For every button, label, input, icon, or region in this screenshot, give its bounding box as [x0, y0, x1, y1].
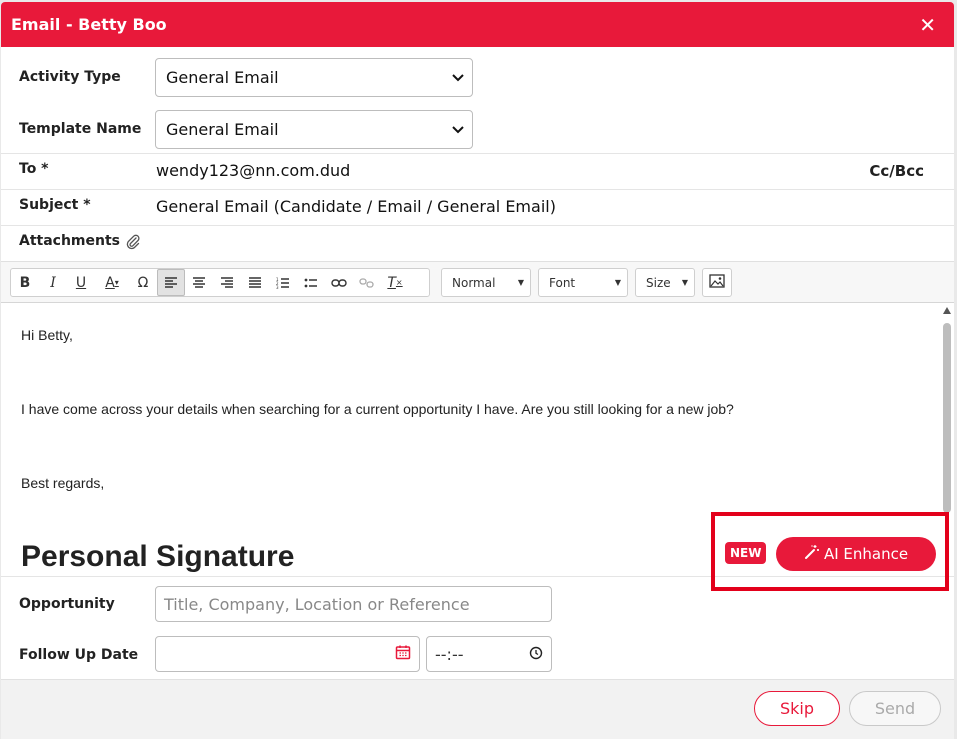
modal-footer: Skip Send: [1, 679, 954, 739]
body-paragraph: I have come across your details when sea…: [21, 401, 734, 417]
align-right-icon[interactable]: [213, 269, 241, 296]
unlink-icon[interactable]: [353, 269, 381, 296]
personal-signature-heading: Personal Signature: [21, 540, 295, 573]
numbered-list-icon[interactable]: 123: [269, 269, 297, 296]
image-icon: [709, 273, 725, 292]
bold-icon[interactable]: B: [11, 269, 39, 296]
chevron-down-icon: [452, 123, 464, 137]
divider: [1, 189, 954, 190]
opportunity-placeholder: Title, Company, Location or Reference: [164, 594, 470, 614]
special-char-icon[interactable]: Ω: [129, 269, 157, 296]
bullet-list-icon[interactable]: [297, 269, 325, 296]
calendar-icon[interactable]: [395, 644, 411, 664]
highlight-box: [711, 512, 949, 591]
size-dropdown-value: Size: [646, 275, 671, 290]
template-name-label: Template Name: [19, 121, 142, 137]
template-name-value: General Email: [166, 120, 279, 139]
email-modal: Email - Betty Boo ✕ Activity Type Genera…: [1, 2, 954, 739]
follow-up-date-input[interactable]: [155, 636, 420, 672]
insert-image-button[interactable]: [702, 268, 732, 297]
send-button[interactable]: Send: [849, 691, 941, 726]
align-center-icon[interactable]: [185, 269, 213, 296]
scroll-up-icon[interactable]: [943, 307, 951, 314]
font-dropdown[interactable]: Font ▼: [538, 268, 628, 297]
opportunity-input[interactable]: Title, Company, Location or Reference: [155, 586, 552, 622]
body-greeting: Hi Betty,: [21, 327, 73, 343]
cc-bcc-link[interactable]: Cc/Bcc: [869, 162, 924, 180]
body-closing: Best regards,: [21, 475, 105, 491]
text-color-icon[interactable]: A ▾: [95, 269, 129, 296]
close-icon[interactable]: ✕: [919, 15, 936, 35]
subject-label: Subject *: [19, 197, 91, 213]
underline-icon[interactable]: U: [67, 269, 95, 296]
activity-type-value: General Email: [166, 68, 279, 87]
opportunity-label: Opportunity: [19, 596, 115, 612]
size-dropdown[interactable]: Size ▼: [635, 268, 695, 297]
justify-icon[interactable]: [241, 269, 269, 296]
template-name-select[interactable]: General Email: [155, 110, 473, 149]
activity-type-select[interactable]: General Email: [155, 58, 473, 97]
chevron-down-icon: [452, 71, 464, 85]
subject-field[interactable]: General Email (Candidate / Email / Gener…: [156, 197, 556, 216]
follow-up-time-input[interactable]: --:--: [426, 636, 552, 672]
editor-toolbar: B I U A ▾ Ω 123 T × Normal ▼ Font ▼ Size…: [1, 261, 954, 303]
format-dropdown-value: Normal: [452, 275, 496, 290]
format-dropdown[interactable]: Normal ▼: [441, 268, 531, 297]
link-icon[interactable]: [325, 269, 353, 296]
paperclip-icon[interactable]: [125, 234, 141, 254]
chevron-down-icon: ▼: [517, 278, 524, 287]
formatting-group: B I U A ▾ Ω 123 T ×: [10, 268, 430, 297]
clock-icon[interactable]: [529, 645, 543, 664]
attachments-label: Attachments: [19, 233, 121, 249]
time-placeholder: --:--: [435, 644, 464, 664]
follow-up-date-label: Follow Up Date: [19, 647, 139, 663]
modal-title: Email - Betty Boo: [11, 15, 167, 34]
skip-button[interactable]: Skip: [754, 691, 840, 726]
divider: [1, 225, 954, 226]
chevron-down-icon: ▼: [681, 278, 688, 287]
clear-format-icon[interactable]: T ×: [381, 269, 409, 296]
chevron-down-icon: ▼: [614, 278, 621, 287]
svg-text:3: 3: [276, 285, 279, 289]
font-dropdown-value: Font: [549, 275, 576, 290]
italic-icon[interactable]: I: [39, 269, 67, 296]
to-label: To *: [19, 161, 49, 177]
to-field[interactable]: wendy123@nn.com.dud: [156, 161, 350, 180]
scrollbar-thumb[interactable]: [943, 323, 951, 513]
activity-type-label: Activity Type: [19, 69, 121, 85]
align-left-icon[interactable]: [157, 269, 185, 296]
divider: [1, 153, 954, 154]
modal-header: Email - Betty Boo ✕: [1, 2, 954, 47]
